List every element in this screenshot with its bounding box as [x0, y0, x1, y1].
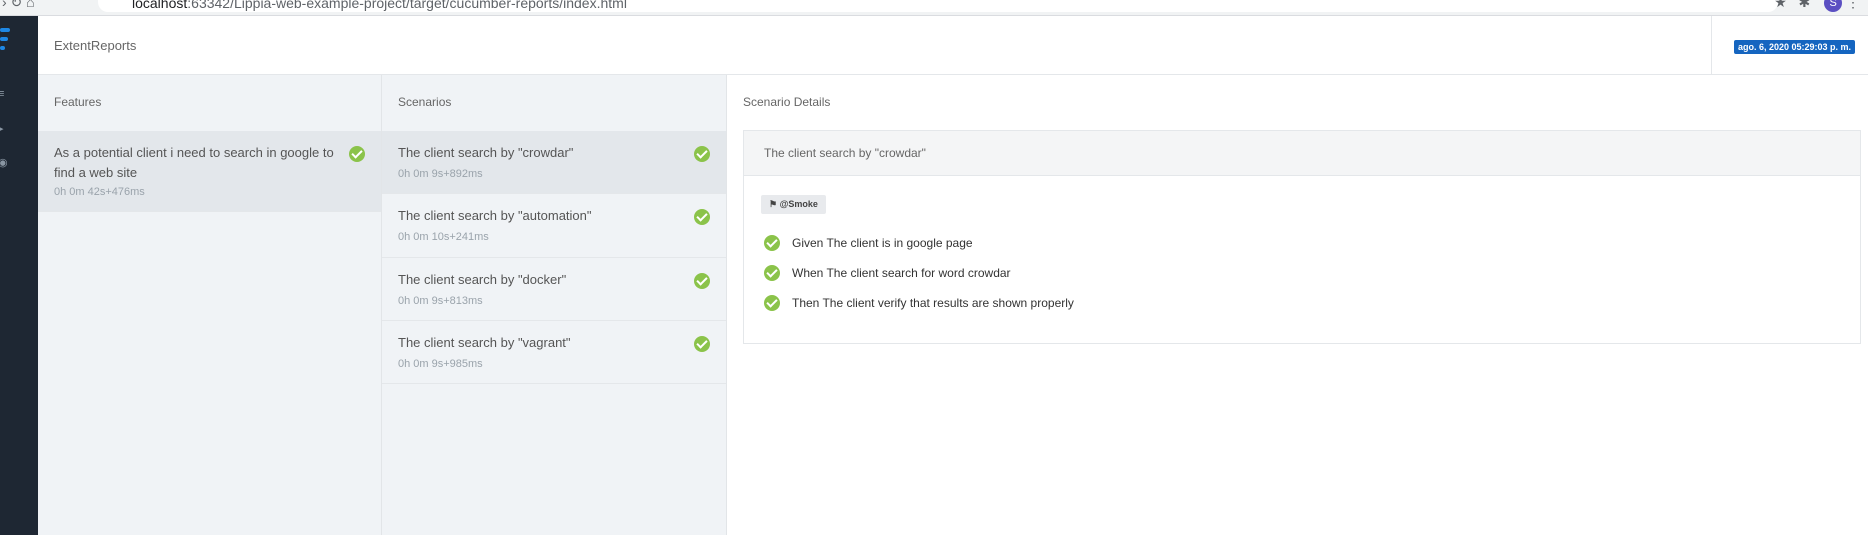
tag-label: @Smoke — [779, 199, 818, 209]
arrow-icon[interactable]: ▸ — [0, 122, 4, 135]
tag-badge[interactable]: ⚑ @Smoke — [761, 195, 826, 214]
app-logo-icon[interactable] — [0, 28, 12, 55]
report-header: ExtentReports ago. 6, 2020 05:29:03 p. m… — [38, 16, 1868, 75]
pass-check-icon — [694, 209, 710, 225]
scenario-item[interactable]: The client search by "automation" 0h 0m … — [382, 194, 726, 258]
scenario-duration: 0h 0m 9s+892ms — [398, 168, 483, 180]
tag-icon: ⚑ — [769, 199, 778, 209]
scenarios-title: Scenarios — [398, 95, 452, 109]
features-title: Features — [54, 95, 102, 109]
scenario-name: The client search by "automation" — [398, 208, 592, 223]
scenario-item[interactable]: The client search by "crowdar" 0h 0m 9s+… — [382, 131, 726, 194]
scenario-name: The client search by "docker" — [398, 272, 567, 287]
pass-check-icon — [764, 235, 780, 251]
scenario-name: The client search by "crowdar" — [398, 145, 574, 160]
address-bar[interactable]: localhost:63342/Lippia-web-example-proje… — [98, 0, 1778, 12]
details-column: Scenario Details The client search by "c… — [727, 75, 1868, 535]
scenario-detail-header: The client search by "crowdar" — [744, 131, 1860, 176]
browser-nav-icons[interactable]: › ↻ ⌂ — [2, 0, 35, 11]
scenario-detail-card: The client search by "crowdar" ⚑ @Smoke … — [743, 130, 1861, 344]
report-date-badge: ago. 6, 2020 05:29:03 p. m. — [1733, 40, 1855, 54]
pass-check-icon — [764, 265, 780, 281]
feature-duration: 0h 0m 42s+476ms — [54, 186, 145, 198]
scenario-name: The client search by "vagrant" — [398, 335, 571, 350]
pass-check-icon — [694, 336, 710, 352]
pass-check-icon — [764, 295, 780, 311]
pass-check-icon — [694, 273, 710, 289]
tags-icon[interactable]: ◉ — [0, 156, 8, 169]
pass-check-icon — [349, 146, 365, 162]
scenario-item[interactable]: The client search by "docker" 0h 0m 9s+8… — [382, 258, 726, 321]
left-nav: ≡ ▸ ◉ — [0, 16, 38, 535]
scenario-duration: 0h 0m 9s+985ms — [398, 358, 483, 370]
step-text: Then The client verify that results are … — [792, 296, 1074, 310]
scenario-duration: 0h 0m 10s+241ms — [398, 231, 489, 243]
url-text: localhost:63342/Lippia-web-example-proje… — [132, 0, 627, 11]
browser-toolbar: › ↻ ⌂ localhost:63342/Lippia-web-example… — [0, 0, 1868, 16]
scenario-detail-name: The client search by "crowdar" — [764, 146, 926, 160]
details-title: Scenario Details — [743, 95, 831, 109]
feature-item[interactable]: As a potential client i need to search i… — [38, 131, 381, 212]
browser-right-icons[interactable]: ★ ✱ S ⋮ — [1774, 0, 1860, 13]
brand-title: ExtentReports — [54, 38, 137, 53]
scenarios-column: Scenarios The client search by "crowdar"… — [382, 75, 727, 535]
profile-avatar[interactable]: S — [1824, 0, 1843, 13]
step-text: When The client search for word crowdar — [792, 266, 1011, 280]
dashboard-icon[interactable]: ≡ — [0, 88, 4, 100]
feature-name: As a potential client i need to search i… — [54, 145, 334, 180]
date-container: ago. 6, 2020 05:29:03 p. m. — [1711, 16, 1868, 75]
scenario-item[interactable]: The client search by "vagrant" 0h 0m 9s+… — [382, 321, 726, 384]
scenario-duration: 0h 0m 9s+813ms — [398, 295, 483, 307]
step-text: Given The client is in google page — [792, 236, 973, 250]
features-column: Features As a potential client i need to… — [38, 75, 382, 535]
pass-check-icon — [694, 146, 710, 162]
